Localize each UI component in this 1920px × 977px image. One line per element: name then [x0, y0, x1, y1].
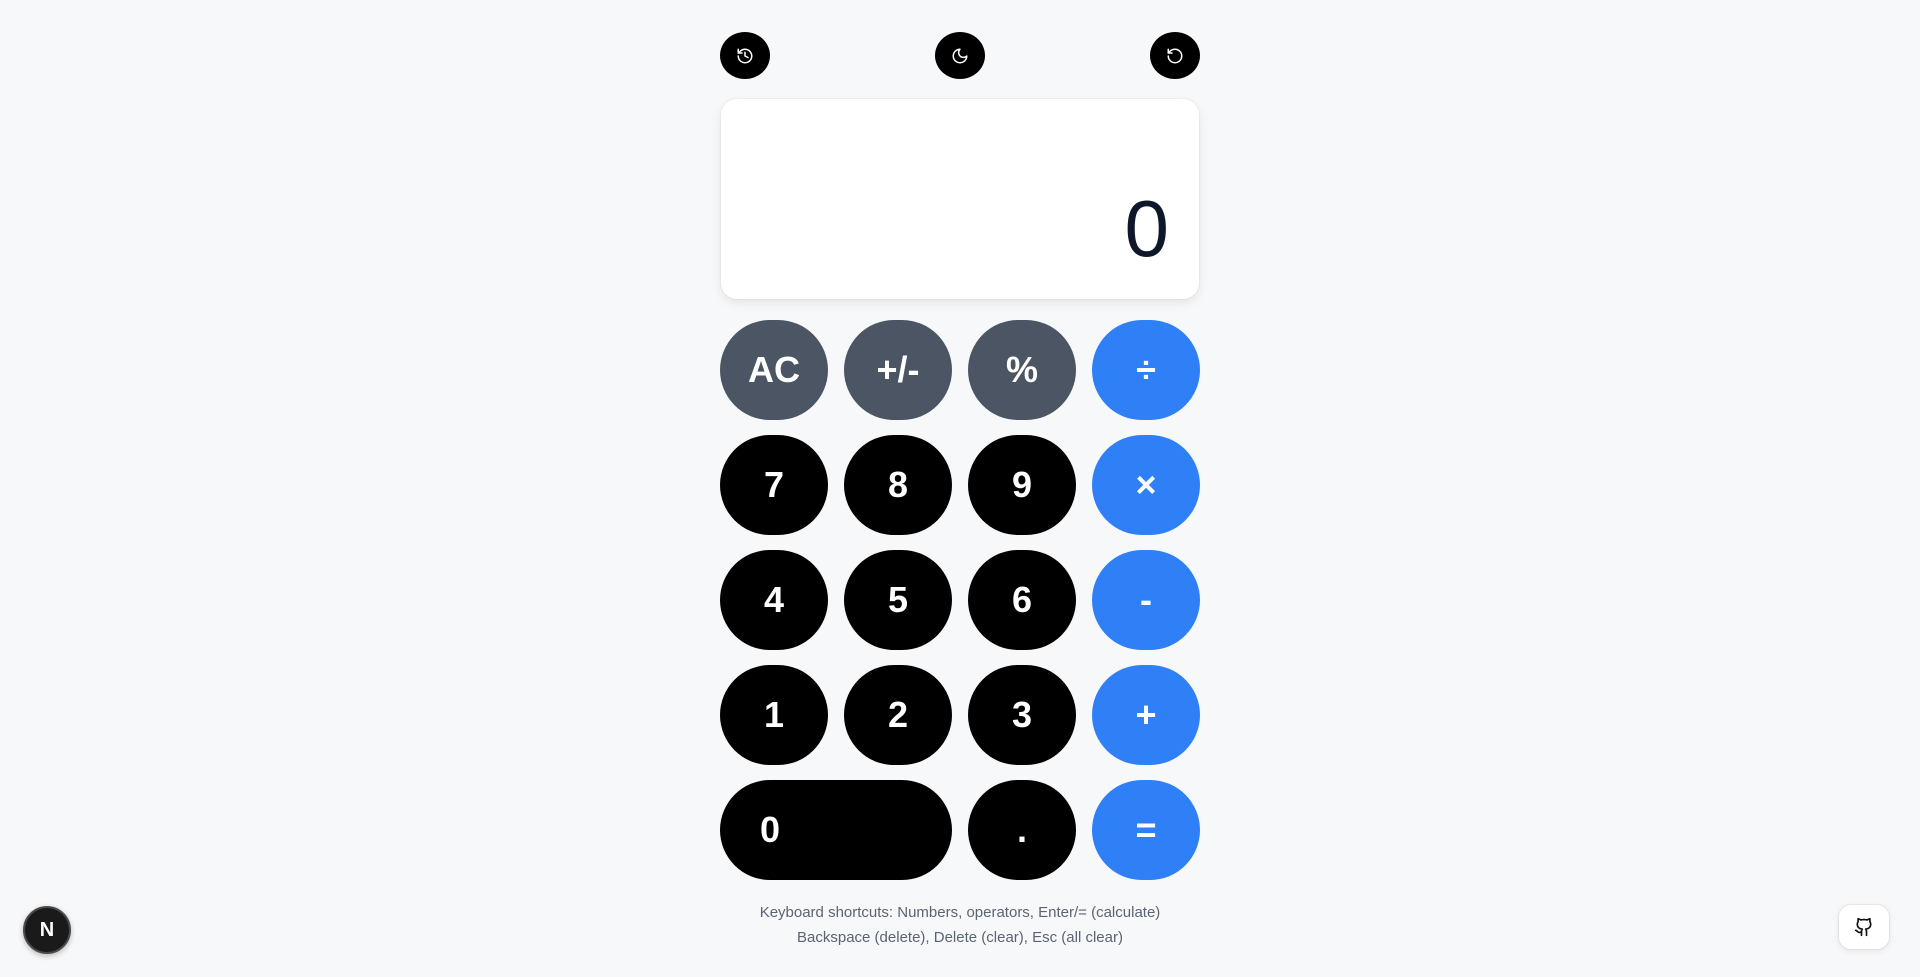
- top-toolbar: [720, 32, 1200, 79]
- all-clear-button[interactable]: AC: [720, 320, 828, 420]
- digit-5-button[interactable]: 5: [844, 550, 952, 650]
- shortcuts-line-2: Backspace (delete), Delete (clear), Esc …: [797, 929, 1123, 946]
- calculator-display: 0: [721, 99, 1199, 299]
- moon-icon: [952, 48, 968, 63]
- digit-0-button[interactable]: 0: [720, 780, 952, 880]
- digit-4-button[interactable]: 4: [720, 550, 828, 650]
- decimal-button[interactable]: .: [968, 780, 1076, 880]
- history-button[interactable]: [720, 32, 770, 79]
- display-value: 0: [1124, 184, 1170, 273]
- github-icon: [1854, 917, 1872, 937]
- digit-7-button[interactable]: 7: [720, 435, 828, 535]
- keypad: AC +/- % ÷ 7 8 9 × 4 5 6 - 1 2 3 + 0 . =: [720, 320, 1200, 880]
- github-button[interactable]: [1839, 905, 1889, 949]
- digit-1-button[interactable]: 1: [720, 665, 828, 765]
- theme-toggle-button[interactable]: [935, 32, 985, 79]
- digit-6-button[interactable]: 6: [968, 550, 1076, 650]
- percent-button[interactable]: %: [968, 320, 1076, 420]
- add-button[interactable]: +: [1092, 665, 1200, 765]
- reset-button[interactable]: [1150, 32, 1200, 79]
- digit-9-button[interactable]: 9: [968, 435, 1076, 535]
- divide-button[interactable]: ÷: [1092, 320, 1200, 420]
- subtract-button[interactable]: -: [1092, 550, 1200, 650]
- shortcuts-line-1: Keyboard shortcuts: Numbers, operators, …: [759, 904, 1161, 921]
- digit-2-button[interactable]: 2: [844, 665, 952, 765]
- toggle-sign-button[interactable]: +/-: [844, 320, 952, 420]
- rotate-ccw-icon: [1167, 48, 1183, 63]
- digit-8-button[interactable]: 8: [844, 435, 952, 535]
- multiply-button[interactable]: ×: [1092, 435, 1200, 535]
- digit-3-button[interactable]: 3: [968, 665, 1076, 765]
- calculator-app: 0 AC +/- % ÷ 7 8 9 × 4 5 6 - 1 2 3 + 0 .…: [0, 0, 1920, 977]
- equals-button[interactable]: =: [1092, 780, 1200, 880]
- history-icon: [737, 48, 753, 63]
- keyboard-shortcuts-note: Keyboard shortcuts: Numbers, operators, …: [0, 900, 1920, 950]
- nextjs-badge[interactable]: N: [23, 906, 71, 954]
